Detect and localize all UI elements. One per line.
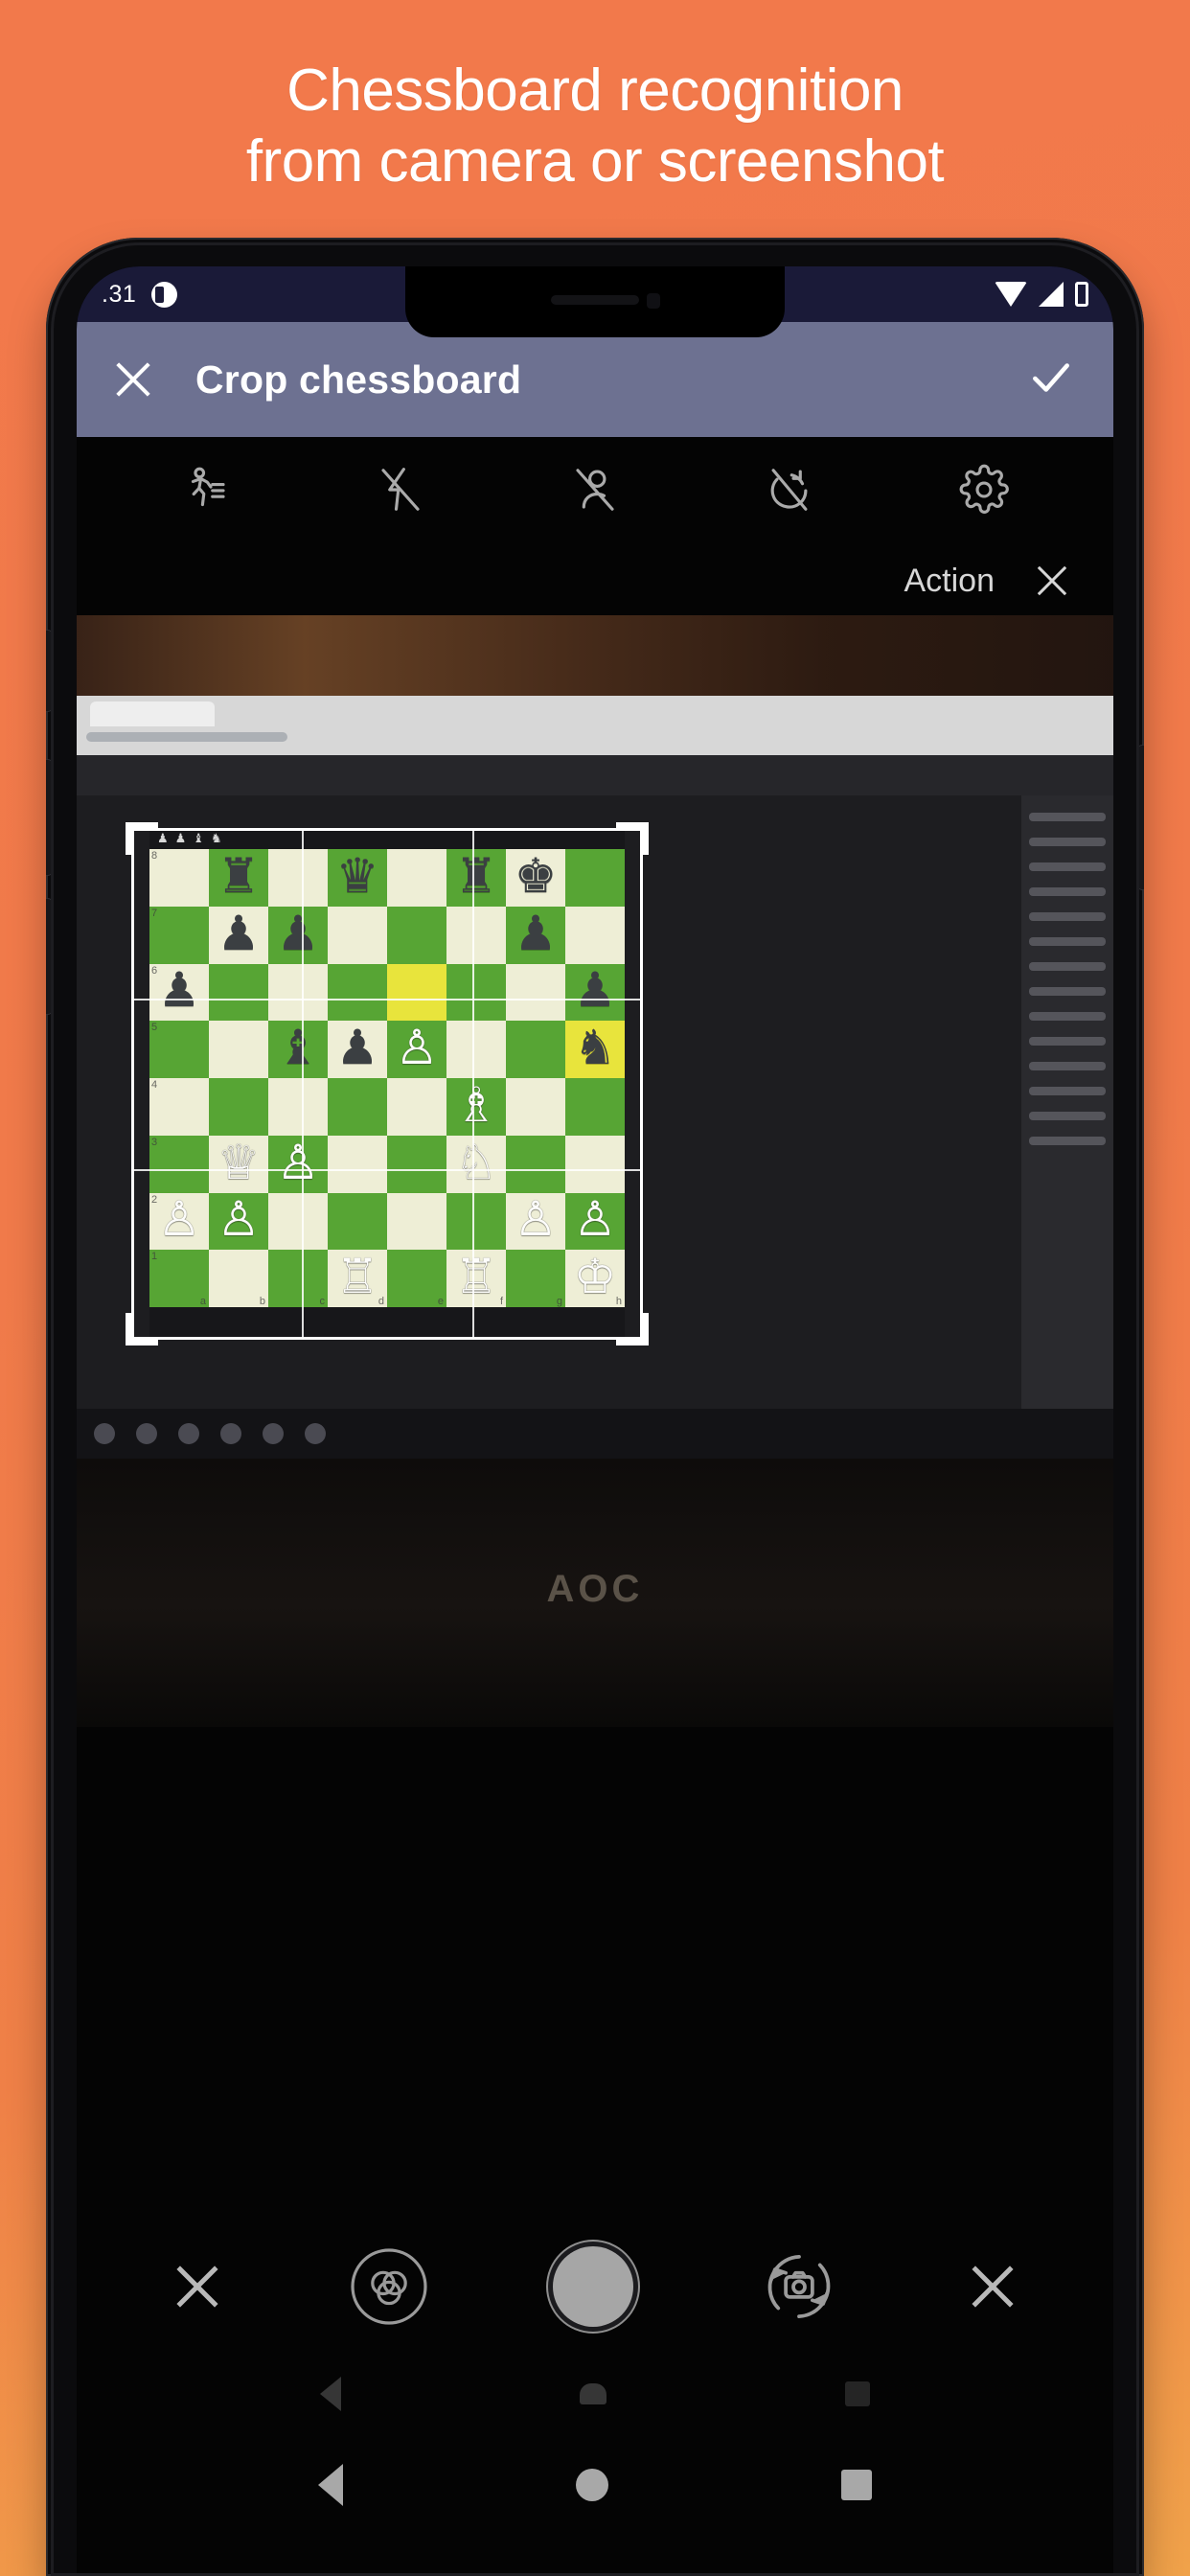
recents-square-icon[interactable] <box>841 2470 873 2500</box>
list-item <box>1029 937 1106 946</box>
list-item <box>1029 887 1106 896</box>
earpiece-speaker <box>551 295 639 305</box>
front-camera <box>647 293 660 309</box>
phone-side-button-mute[interactable] <box>46 631 52 711</box>
shutter-button[interactable] <box>552 2246 633 2327</box>
back-triangle-icon[interactable] <box>317 2464 343 2506</box>
list-item <box>1029 862 1106 871</box>
crop-handle-top-right[interactable] <box>616 822 649 855</box>
scene-move-list <box>1021 795 1113 1459</box>
flash-off-icon[interactable] <box>375 464 426 516</box>
phone-side-button-volume-up[interactable] <box>46 760 52 875</box>
scene-taskbar <box>77 1409 1113 1459</box>
list-item <box>1029 1037 1106 1046</box>
close-icon[interactable] <box>1033 562 1071 600</box>
page-title: Crop chessboard <box>195 356 522 402</box>
scene-desk <box>77 615 1113 696</box>
crop-gridline-vertical <box>301 828 304 1340</box>
phone-side-button-power[interactable] <box>1138 746 1144 889</box>
crop-handle-top-left[interactable] <box>126 822 158 855</box>
taskbar-icon <box>263 1423 284 1444</box>
home-circle-icon[interactable] <box>575 2469 608 2501</box>
home-circle-icon <box>579 2383 606 2404</box>
phone-screen: .31 Crop chessboard AOC Action ♟ ♟ ♝ ♞ 8… <box>77 266 1113 2576</box>
camera-viewfinder[interactable]: AOC Action ♟ ♟ ♝ ♞ 8 ♜ ♛ ♜ ♚ 7 ♟ ♟ ♟ 6 ♟… <box>77 437 1113 2576</box>
close-icon[interactable] <box>966 2260 1019 2313</box>
app-bar: Crop chessboard <box>77 322 1113 437</box>
taskbar-icon <box>94 1423 115 1444</box>
flip-camera-icon[interactable] <box>756 2243 842 2330</box>
battery-icon <box>1075 282 1088 307</box>
list-item <box>1029 1062 1106 1070</box>
portrait-off-icon[interactable] <box>569 464 621 516</box>
camera-toolbar <box>77 437 1113 542</box>
taskbar-icon <box>136 1423 157 1444</box>
back-triangle-icon <box>320 2377 342 2411</box>
timer-off-icon[interactable] <box>764 464 815 516</box>
status-bar-left: .31 <box>77 280 178 309</box>
crop-frame <box>131 828 643 1340</box>
android-nav-bar <box>77 2432 1113 2538</box>
taskbar-icon <box>305 1423 326 1444</box>
settings-gear-icon[interactable] <box>958 464 1010 516</box>
camera-controls <box>77 2200 1113 2373</box>
filters-icon[interactable] <box>348 2245 430 2328</box>
app-badge-icon <box>151 281 178 308</box>
list-item <box>1029 1137 1106 1145</box>
list-item <box>1029 912 1106 921</box>
phone-notch <box>405 266 785 337</box>
list-item <box>1029 962 1106 971</box>
scene-monitor-brand: AOC <box>546 1568 644 1610</box>
motion-photo-off-icon[interactable] <box>180 464 232 516</box>
promo-heading: Chessboard recognition from camera or sc… <box>0 56 1190 197</box>
taskbar-icon <box>178 1423 199 1444</box>
check-icon[interactable] <box>1027 354 1075 406</box>
action-label: Action <box>904 562 995 599</box>
status-bar-right <box>995 282 1113 307</box>
signal-icon <box>1039 282 1064 307</box>
action-row: Action <box>77 544 1113 617</box>
scene-browser-tab <box>90 702 215 726</box>
crop-gridline-horizontal <box>131 1168 643 1171</box>
crop-handle-bottom-right[interactable] <box>616 1313 649 1346</box>
scene-browser-chrome <box>77 696 1113 755</box>
nav-bar-ghost <box>77 2365 1113 2423</box>
phone-frame: .31 Crop chessboard AOC Action ♟ ♟ ♝ ♞ 8… <box>46 238 1144 2576</box>
taskbar-icon <box>220 1423 241 1444</box>
list-item <box>1029 838 1106 846</box>
close-icon[interactable] <box>111 357 155 402</box>
list-item <box>1029 1112 1106 1120</box>
status-clock: .31 <box>102 280 137 308</box>
scene-app-header <box>77 755 1113 795</box>
list-item <box>1029 1087 1106 1095</box>
phone-side-button-volume-down[interactable] <box>46 899 52 1014</box>
wifi-icon <box>995 282 1027 307</box>
close-icon[interactable] <box>171 2260 224 2313</box>
crop-gridline-vertical <box>471 828 474 1340</box>
crop-gridline-horizontal <box>131 998 643 1000</box>
list-item <box>1029 1012 1106 1021</box>
scene-browser-url <box>86 732 287 742</box>
list-item <box>1029 813 1106 821</box>
recents-square-icon <box>844 2381 870 2406</box>
promo-heading-line-1: Chessboard recognition <box>286 58 904 124</box>
crop-handle-bottom-left[interactable] <box>126 1313 158 1346</box>
list-item <box>1029 987 1106 996</box>
crop-overlay[interactable]: ♟ ♟ ♝ ♞ 8 ♜ ♛ ♜ ♚ 7 ♟ ♟ ♟ 6 ♟ ♟ 5 ♝ ♟ ♙ ♞ 4 ♗ 3 ♕ ♙ ♘ 2 ♙ ♙ ♙ ♙ 1 a b c… <box>126 822 649 1346</box>
promo-heading-line-2: from camera or screenshot <box>245 128 945 195</box>
